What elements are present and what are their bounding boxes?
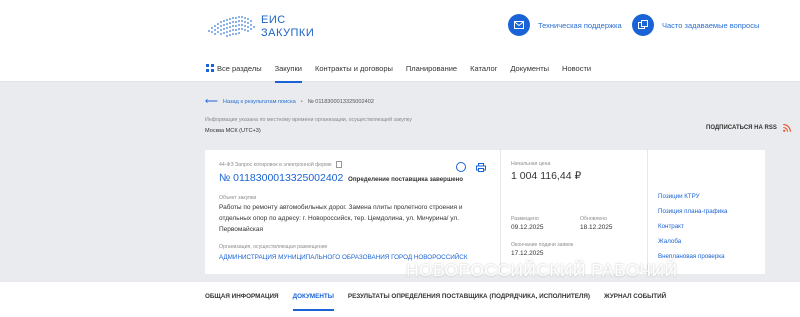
main-nav-bar: Все разделы Закупки Контракты и договоры… xyxy=(0,54,800,83)
logo-text: ЕИС ЗАКУПКИ xyxy=(261,14,314,40)
nav-label: Все разделы xyxy=(217,63,262,73)
tabs-bar: ОБЩАЯ ИНФОРМАЦИЯ ДОКУМЕНТЫ РЕЗУЛЬТАТЫ ОП… xyxy=(0,282,800,317)
price-value: 1 004 116,44 ₽ xyxy=(511,170,582,182)
top-header: ЕИС ЗАКУПКИ Техническая поддержка Часто … xyxy=(0,0,800,54)
back-arrow-icon[interactable]: ⟵ xyxy=(205,96,218,107)
link-ktru-positions[interactable]: Позиции КТРУ xyxy=(658,193,700,200)
rss-label: ПОДПИСАТЬСЯ НА RSS xyxy=(706,125,777,131)
tab-results[interactable]: РЕЗУЛЬТАТЫ ОПРЕДЕЛЕНИЯ ПОСТАВЩИКА (ПОДРЯ… xyxy=(348,282,590,311)
russia-map-logo-icon xyxy=(207,15,256,38)
nav-label: Контракты и договоры xyxy=(314,63,393,73)
price-label: Начальная цена xyxy=(511,161,551,167)
link-plan-position[interactable]: Позиция плана-графика xyxy=(658,208,727,215)
status-badge: Определение поставщика завершено xyxy=(348,176,464,183)
nav-label: Новости xyxy=(562,63,592,73)
copy-icon[interactable] xyxy=(335,161,342,168)
object-text: Работы по ремонту автомобильных дорог. З… xyxy=(219,204,463,233)
tab-label: ЖУРНАЛ СОБЫТИЙ xyxy=(604,293,667,300)
org-label: Организация, осуществляющая размещение xyxy=(219,244,328,250)
procedure-type-label: 44-ФЗ Запрос котировок в электронной фор… xyxy=(219,161,332,168)
mail-icon xyxy=(508,14,530,36)
tab-label: ОБЩАЯ ИНФОРМАЦИЯ xyxy=(205,293,279,300)
main-nav: Все разделы Закупки Контракты и договоры… xyxy=(206,54,604,83)
object-label: Объект закупки xyxy=(219,195,257,201)
logo-line-1: ЕИС xyxy=(261,14,286,26)
nav-label: Планирование xyxy=(405,63,458,73)
rss-icon xyxy=(782,124,791,132)
tab-event-log[interactable]: ЖУРНАЛ СОБЫТИЙ xyxy=(604,282,666,311)
link-unplanned-check[interactable]: Внеплановая проверка xyxy=(658,253,725,260)
nav-item-purchases[interactable]: Закупки xyxy=(274,54,303,83)
nav-label: Документы xyxy=(510,63,550,73)
timezone-note: Информация указана по местному времени о… xyxy=(205,117,412,123)
nav-label: Каталог xyxy=(470,63,498,73)
nav-item-planning[interactable]: Планирование xyxy=(406,54,457,82)
updated-date: 18.12.2025 xyxy=(580,224,613,231)
print-icon[interactable] xyxy=(476,163,486,172)
support-link[interactable]: Техническая поддержка xyxy=(508,14,622,36)
nav-item-catalog[interactable]: Каталог xyxy=(470,54,497,82)
compass-icon[interactable] xyxy=(456,162,466,172)
nav-label: Закупки xyxy=(274,63,302,73)
purchase-card: 44-ФЗ Запрос котировок в электронной фор… xyxy=(205,150,765,274)
tab-general-info[interactable]: ОБЩАЯ ИНФОРМАЦИЯ xyxy=(205,282,279,311)
faq-icon xyxy=(632,14,654,36)
tab-label: РЕЗУЛЬТАТЫ ОПРЕДЕЛЕНИЯ ПОСТАВЩИКА (ПОДРЯ… xyxy=(347,293,590,300)
tab-label: ДОКУМЕНТЫ xyxy=(292,293,334,300)
breadcrumb-separator-icon: • xyxy=(300,98,303,105)
nav-item-contracts[interactable]: Контракты и договоры xyxy=(315,54,393,82)
posted-date: 09.12.2025 xyxy=(511,224,544,231)
link-contract[interactable]: Контракт xyxy=(658,223,684,230)
link-complaint[interactable]: Жалоба xyxy=(658,238,681,245)
breadcrumb: ⟵ Назад к результатам поиска • № 0118300… xyxy=(205,96,374,107)
card-divider xyxy=(500,150,501,274)
faq-link[interactable]: Часто задаваемые вопросы xyxy=(632,14,759,36)
sections-icon xyxy=(206,64,214,72)
back-to-results-link[interactable]: Назад к результатам поиска xyxy=(223,99,296,105)
eis-logo[interactable]: ЕИС ЗАКУПКИ xyxy=(203,13,314,41)
deadline-date: 17.12.2025 xyxy=(511,250,544,257)
nav-item-documents[interactable]: Документы xyxy=(510,54,549,82)
rss-subscribe-link[interactable]: ПОДПИСАТЬСЯ НА RSS xyxy=(706,124,791,132)
purchase-number[interactable]: № 0118300013325002402 xyxy=(219,172,343,184)
tab-documents[interactable]: ДОКУМЕНТЫ xyxy=(292,282,335,311)
faq-label: Часто задаваемые вопросы xyxy=(662,20,760,30)
tabs-row: ОБЩАЯ ИНФОРМАЦИЯ ДОКУМЕНТЫ РЕЗУЛЬТАТЫ ОП… xyxy=(205,282,680,311)
nav-item-all-sections[interactable]: Все разделы xyxy=(206,54,262,82)
nav-item-news[interactable]: Новости xyxy=(562,54,591,82)
watermark-text: НОВОРОССИЙСКИЙ РАБОЧИЙ xyxy=(406,260,678,280)
timezone-value: Москва МСК (UTC+3) xyxy=(205,128,261,134)
procedure-type: 44-ФЗ Запрос котировок в электронной фор… xyxy=(219,161,342,168)
support-label: Техническая поддержка xyxy=(538,20,622,30)
breadcrumb-current: № 0118300013325002402 xyxy=(307,98,374,105)
card-divider xyxy=(647,150,648,274)
logo-line-2: ЗАКУПКИ xyxy=(261,27,315,39)
